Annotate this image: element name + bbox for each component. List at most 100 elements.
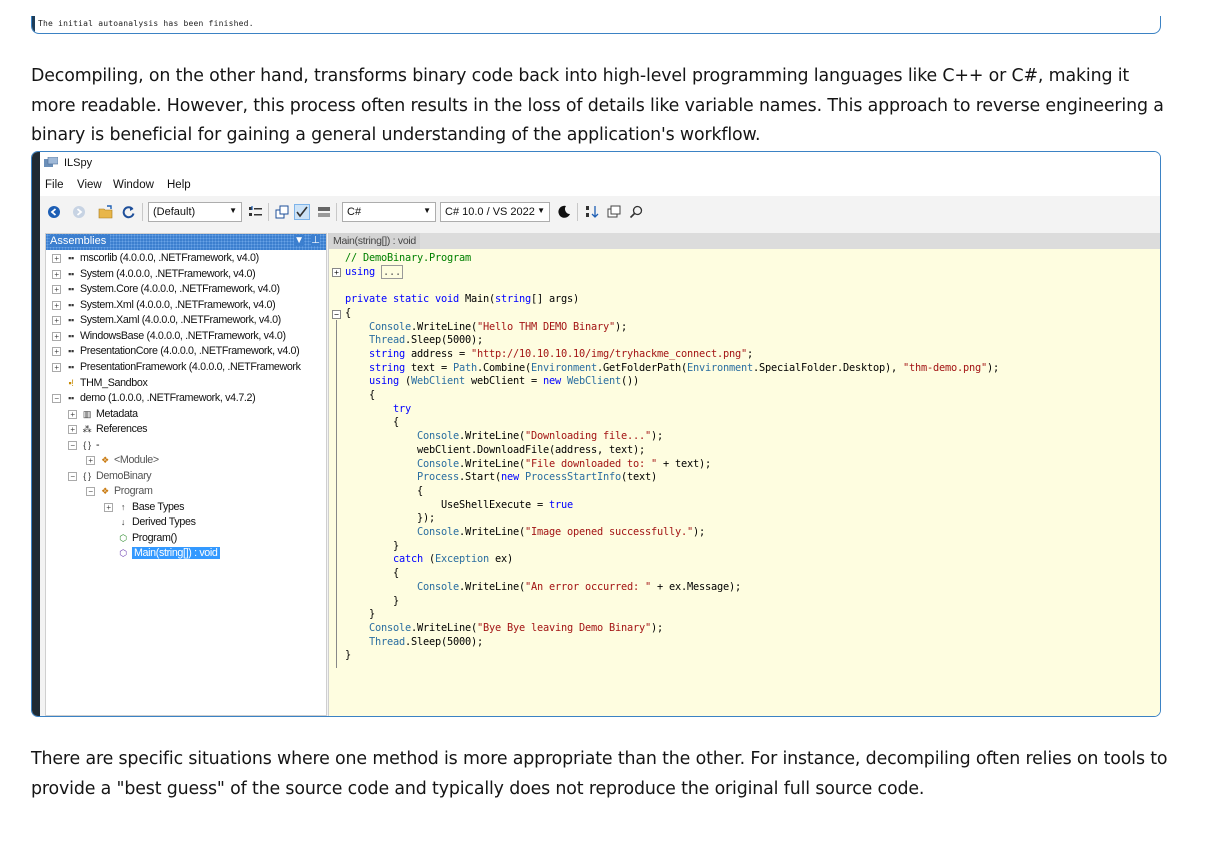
expand-icon[interactable]: +: [52, 315, 61, 325]
pane-dropdown-icon[interactable]: ▼: [294, 235, 304, 246]
tree-node-presentationcore[interactable]: + ▪▪ PresentationCore (4.0.0.0, .NETFramew…: [52, 344, 300, 358]
dark-mode-moon-icon[interactable]: [556, 204, 572, 220]
open-folder-icon[interactable]: [98, 204, 114, 220]
code-line: {: [345, 484, 423, 497]
forward-arrow-icon[interactable]: [71, 204, 87, 220]
tree-node-program-class[interactable]: − ❖ Program: [86, 484, 153, 498]
profile-combo-value: (Default): [153, 206, 196, 218]
code-line: Console.WriteLine("Image opened successf…: [417, 526, 705, 538]
code-line: catch (Exception ex): [393, 553, 513, 566]
code-line: Process.Start(new ProcessStartInfo(text): [417, 471, 657, 484]
ilspy-app-icon: [44, 157, 58, 167]
back-arrow-icon[interactable]: [46, 204, 62, 220]
toolbar: (Default) ▼ C# ▼ C# 10.0 / VS 2022 ▼: [40, 198, 1160, 226]
class-icon: ❖: [101, 486, 109, 496]
tree-node-demobinary-namespace[interactable]: −{ } DemoBinary: [68, 469, 152, 483]
menu-help[interactable]: Help: [167, 179, 191, 191]
chevron-down-icon: ▼: [423, 206, 431, 215]
code-line: Console.WriteLine("Hello THM DEMO Binary…: [369, 320, 627, 333]
log-output-strip: The initial autoanalysis has been finish…: [31, 16, 1161, 34]
collapse-icon[interactable]: −: [86, 486, 95, 496]
tree-node-thm-sandbox[interactable]: ▪! THM_Sandbox: [65, 376, 148, 390]
tree-node-references[interactable]: + ⁂ References: [68, 422, 148, 436]
tree-node-program-ctor[interactable]: ⬡ Program(): [117, 531, 177, 545]
code-line: {: [345, 416, 399, 429]
windows-icon[interactable]: [606, 204, 622, 220]
expand-icon[interactable]: +: [52, 253, 61, 263]
tree-node-mscorlib[interactable]: + ▪▪ mscorlib (4.0.0.0, .NETFramework, v4.…: [52, 251, 259, 265]
code-line: try: [393, 402, 411, 415]
tree-node-system[interactable]: + ▪▪ System (4.0.0.0, .NETFramework, v4.0): [52, 267, 256, 281]
toolbar-separator: [336, 203, 337, 221]
expand-icon[interactable]: +: [52, 269, 61, 279]
code-line: private static void Main(string[] args): [345, 293, 579, 306]
collapse-all-icon[interactable]: [274, 204, 290, 220]
tree-node-system-xaml[interactable]: + ▪▪ System.Xaml (4.0.0.0, .NETFramework, …: [52, 313, 281, 327]
code-line: {: [345, 567, 399, 580]
document-tab-strip: Main(string[]) : void: [329, 233, 1160, 249]
tree-node-label: <Module>: [114, 454, 159, 466]
tree-node-label: References: [96, 423, 148, 435]
base-types-icon: ↑: [120, 502, 126, 512]
tree-node-demo[interactable]: − ▪▪ demo (1.0.0.0, .NETFramework, v4.7.2): [52, 391, 256, 405]
expand-icon[interactable]: +: [52, 331, 61, 341]
pin-icon[interactable]: ⊥: [311, 235, 320, 246]
collapse-icon[interactable]: −: [52, 393, 61, 403]
assembly-icon: ▪▪: [68, 269, 74, 279]
fold-expand-icon[interactable]: +: [332, 268, 341, 277]
expand-icon[interactable]: +: [52, 346, 61, 356]
tree-node-presentationframework[interactable]: + ▪▪ PresentationFramework (4.0.0.0, .NETF…: [52, 360, 301, 374]
code-line: Console.WriteLine("An error occurred: " …: [417, 580, 741, 593]
language-combo[interactable]: C# ▼: [342, 202, 436, 222]
expand-icon[interactable]: +: [52, 300, 61, 310]
tree-node-module[interactable]: + ❖ <Module>: [86, 453, 159, 467]
code-line: {: [345, 306, 351, 319]
tree-node-label: PresentationCore (4.0.0.0, .NETFramework…: [80, 345, 300, 357]
code-line: Thread.Sleep(5000);: [369, 635, 483, 648]
code-line: {: [345, 389, 375, 401]
expand-icon[interactable]: +: [52, 362, 61, 372]
code-line: webClient.DownloadFile(address, text);: [345, 443, 645, 456]
code-line: Console.WriteLine("Downloading file...")…: [417, 430, 663, 443]
menu-window[interactable]: Window: [113, 179, 154, 191]
tree-node-derived-types[interactable]: ↓ Derived Types: [117, 515, 196, 529]
tree-node-system-xml[interactable]: + ▪▪ System.Xml (4.0.0.0, .NETFramework, v…: [52, 298, 276, 312]
show-all-members-icon[interactable]: [316, 204, 332, 220]
static-method-icon: ⬡: [119, 548, 127, 558]
collapse-icon[interactable]: −: [68, 471, 77, 481]
menu-view[interactable]: View: [77, 179, 102, 191]
tree-node-label: Program: [114, 485, 153, 497]
language-version-combo[interactable]: C# 10.0 / VS 2022 ▼: [440, 202, 550, 222]
window-title: ILSpy: [64, 157, 93, 169]
tree-node-label: THM_Sandbox: [80, 377, 148, 389]
search-icon[interactable]: [628, 204, 644, 220]
tree-node-system-core[interactable]: + ▪▪ System.Core (4.0.0.0, .NETFramework, …: [52, 282, 280, 296]
expand-icon[interactable]: +: [86, 455, 95, 465]
tree-node-global-namespace[interactable]: −{ } -: [68, 438, 100, 452]
expand-icon[interactable]: +: [68, 409, 77, 419]
manage-lists-icon[interactable]: [248, 204, 264, 220]
code-line: }: [345, 649, 351, 662]
assemblies-header-label: Assemblies: [50, 235, 111, 247]
expand-icon[interactable]: +: [104, 502, 113, 512]
tree-node-windowsbase[interactable]: + ▪▪ WindowsBase (4.0.0.0, .NETFramework, …: [52, 329, 286, 343]
menu-file[interactable]: File: [45, 179, 64, 191]
profile-combo[interactable]: (Default) ▼: [148, 202, 242, 222]
outro-paragraph: There are specific situations where one …: [31, 749, 1168, 799]
fold-collapse-icon[interactable]: −: [332, 310, 341, 319]
references-icon: ⁂: [82, 424, 92, 434]
code-view[interactable]: + − // DemoBinary.Program using ... privat…: [329, 249, 1160, 716]
code-line: }: [345, 539, 399, 552]
metadata-icon: ▥: [82, 409, 92, 419]
expand-icon[interactable]: +: [52, 284, 61, 294]
assembly-icon: ▪▪: [68, 284, 74, 294]
tree-node-base-types[interactable]: + ↑ Base Types: [104, 500, 185, 514]
sort-icon[interactable]: [584, 204, 600, 220]
collapse-icon[interactable]: −: [68, 440, 77, 450]
tree-node-main-method[interactable]: ⬡ Main(string[]) : void: [117, 546, 220, 560]
show-public-only-icon[interactable]: [294, 204, 310, 220]
refresh-icon[interactable]: [120, 204, 136, 220]
tab-main-method[interactable]: Main(string[]) : void: [329, 233, 420, 249]
tree-node-metadata[interactable]: + ▥ Metadata: [68, 407, 138, 421]
expand-icon[interactable]: +: [68, 424, 77, 434]
